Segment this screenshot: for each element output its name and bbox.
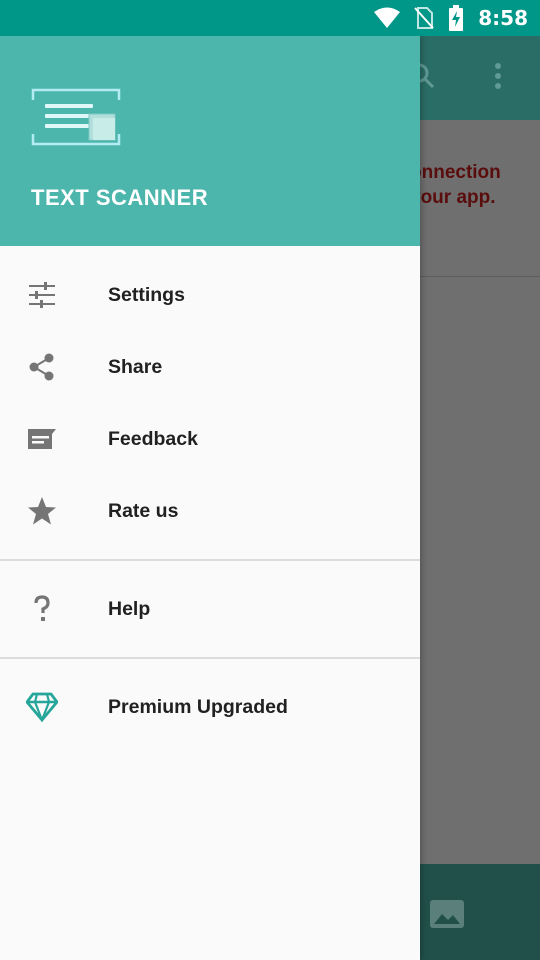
wifi-icon <box>374 7 401 29</box>
menu-item-help[interactable]: Help <box>0 573 420 645</box>
overflow-menu-icon <box>490 62 506 95</box>
sliders-icon <box>26 279 58 311</box>
menu-label-feedback: Feedback <box>108 427 198 450</box>
error-line-1: onnection <box>410 162 501 183</box>
image-icon <box>430 900 464 933</box>
navigation-drawer: TEXT SCANNER Settings Share Feedback Rat… <box>0 36 420 960</box>
menu-item-premium[interactable]: Premium Upgraded <box>0 671 420 743</box>
share-icon <box>26 351 58 383</box>
drawer-menu: Settings Share Feedback Rate us <box>0 246 420 547</box>
feedback-icon <box>26 423 58 455</box>
menu-item-share[interactable]: Share <box>0 331 420 403</box>
battery-charging-icon <box>448 5 464 31</box>
menu-item-feedback[interactable]: Feedback <box>0 403 420 475</box>
status-time: 8:58 <box>478 6 528 30</box>
menu-label-settings: Settings <box>108 283 185 306</box>
star-icon <box>26 495 58 527</box>
menu-label-help: Help <box>108 597 151 620</box>
error-line-2: your app. <box>410 187 496 208</box>
menu-label-share: Share <box>108 355 163 378</box>
drawer-header: TEXT SCANNER <box>0 36 420 246</box>
connection-error-text: onnection your app. <box>410 160 540 210</box>
status-bar: 8:58 <box>0 0 540 36</box>
no-sim-icon <box>414 6 434 30</box>
question-icon <box>26 593 58 625</box>
menu-item-settings[interactable]: Settings <box>0 259 420 331</box>
app-logo-icon <box>31 88 121 151</box>
menu-label-premium: Premium Upgraded <box>108 695 288 718</box>
menu-label-rate-us: Rate us <box>108 499 179 522</box>
menu-item-rate-us[interactable]: Rate us <box>0 475 420 547</box>
diamond-icon <box>26 691 58 723</box>
app-title: TEXT SCANNER <box>31 185 209 210</box>
